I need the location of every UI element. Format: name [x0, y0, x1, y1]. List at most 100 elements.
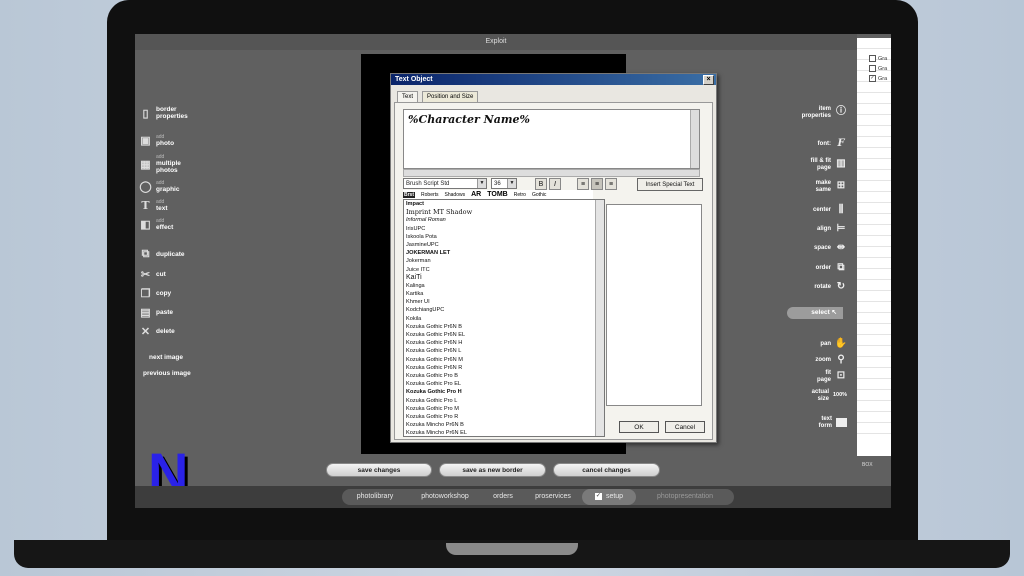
- pan-button[interactable]: pan ✋: [775, 338, 847, 350]
- duplicate-button[interactable]: ⧉ duplicate: [140, 248, 185, 260]
- duplicate-icon: ⧉: [141, 248, 150, 260]
- previous-image-link[interactable]: previous image: [143, 370, 191, 377]
- hand-icon: ✋: [834, 337, 848, 349]
- fill-fit-page-button[interactable]: fill & fit page ▥: [775, 158, 847, 171]
- font-button[interactable]: font: F: [775, 138, 847, 150]
- font-list-item[interactable]: Kozuka Gothic Pro B: [404, 372, 604, 380]
- font-list-item[interactable]: Informal Roman: [404, 216, 604, 224]
- select-tool-button[interactable]: select ↖: [787, 307, 843, 319]
- tab-setup[interactable]: ✓ setup: [582, 489, 636, 505]
- actual-size-value: 100%: [833, 392, 848, 399]
- font-dropdown-list[interactable]: Impact Imprint MT Shadow Informal Roman Iri…: [403, 199, 605, 437]
- make-same-button[interactable]: make same ⊞: [775, 180, 847, 193]
- font-list-scrollbar[interactable]: [595, 200, 604, 436]
- font-list-item[interactable]: Kozuka Mincho Pr6N B: [404, 421, 604, 429]
- align-right-icon[interactable]: ≡: [605, 178, 617, 190]
- add-photo-button[interactable]: ▣ add photo: [140, 134, 174, 147]
- size-select[interactable]: 36 ▼: [491, 178, 517, 189]
- save-as-new-border-button[interactable]: save as new border: [439, 463, 546, 477]
- layer-checkbox[interactable]: Gra: [869, 55, 887, 62]
- add-multiple-photos-button[interactable]: ▦ add multiple photos: [140, 154, 190, 174]
- cursor-icon: ↖: [831, 309, 837, 316]
- font-list-item[interactable]: Kozuka Gothic Pro R: [404, 413, 604, 421]
- tab-photolibrary[interactable]: photolibrary: [342, 489, 408, 505]
- window-title: Exploit: [135, 34, 857, 50]
- font-list-item[interactable]: Kozuka Gothic Pr6N M: [404, 356, 604, 364]
- font-list-item[interactable]: JasmineUPC: [404, 241, 604, 249]
- paste-button[interactable]: ▤ paste: [140, 307, 173, 319]
- item-properties-button[interactable]: item properties ⓘ: [775, 106, 847, 119]
- fill-fit-label: fill & fit page: [810, 158, 831, 171]
- paste-icon: ▤: [140, 307, 151, 319]
- add-graphic-button[interactable]: ◯ add graphic: [139, 180, 179, 193]
- font-list-item[interactable]: KodchiangUPC: [404, 306, 604, 314]
- align-label: align: [816, 225, 831, 232]
- font-list-item[interactable]: Kozuka Gothic Pr6N H: [404, 339, 604, 347]
- font-list-item[interactable]: Kartika: [404, 290, 604, 298]
- save-changes-button[interactable]: save changes: [326, 463, 432, 477]
- border-properties-button[interactable]: ▯ border properties: [140, 106, 196, 120]
- rotate-button[interactable]: rotate ↻: [775, 281, 847, 293]
- cancel-changes-button[interactable]: cancel changes: [553, 463, 660, 477]
- font-list-item[interactable]: JOKERMAN LET: [404, 249, 604, 257]
- font-select[interactable]: Brush Script Std ▼: [403, 178, 487, 189]
- font-list-item[interactable]: Kozuka Gothic Pr6N EL: [404, 331, 604, 339]
- space-button[interactable]: space ⇹: [775, 242, 847, 254]
- bold-button[interactable]: B: [535, 178, 547, 190]
- fit-page-button[interactable]: fit page ⊡: [775, 370, 847, 383]
- font-list-item[interactable]: Imprint MT Shadow: [404, 208, 604, 216]
- italic-button[interactable]: I: [549, 178, 561, 190]
- align-left-icon[interactable]: ≡: [577, 178, 589, 190]
- layer-checkbox[interactable]: ✓ Gra: [869, 75, 887, 82]
- font-list-item[interactable]: KaiTi: [404, 274, 604, 282]
- font-list-item[interactable]: Juice ITC: [404, 266, 604, 274]
- text-vscroll[interactable]: [690, 110, 699, 168]
- order-label: order: [815, 264, 831, 271]
- tab-orders[interactable]: orders: [482, 489, 524, 505]
- font-list-item[interactable]: Kozuka Gothic Pro EL: [404, 380, 604, 388]
- delete-button[interactable]: ✕ delete: [140, 326, 175, 338]
- align-center-icon[interactable]: ≡: [591, 178, 603, 190]
- ok-button[interactable]: OK: [619, 421, 659, 433]
- copy-button[interactable]: ❐ copy: [140, 288, 172, 300]
- text-form-button[interactable]: text form: [775, 416, 847, 429]
- insert-special-text-button[interactable]: Insert Special Text: [637, 178, 703, 191]
- font-list-item[interactable]: Kozuka Gothic Pr6N L: [404, 347, 604, 355]
- cancel-button[interactable]: Cancel: [665, 421, 705, 433]
- font-list-item[interactable]: Kozuka Gothic Pro L: [404, 397, 604, 405]
- font-list-item[interactable]: Jokerman: [404, 257, 604, 265]
- actual-size-button[interactable]: actual size 100%: [775, 389, 847, 402]
- tab-photopresentation[interactable]: photopresentation: [638, 489, 732, 505]
- order-button[interactable]: order ⧉: [775, 262, 847, 274]
- close-icon[interactable]: ×: [703, 75, 714, 85]
- fit-page-label: fit page: [816, 370, 831, 383]
- font-list-item[interactable]: Khmer UI: [404, 298, 604, 306]
- box-label: BOX: [862, 462, 873, 468]
- font-list-item[interactable]: Kozuka Gothic Pro M: [404, 405, 604, 413]
- make-same-label: make same: [815, 180, 831, 193]
- font-list-item[interactable]: Iskoola Pota: [404, 233, 604, 241]
- center-button[interactable]: center ⫼: [775, 204, 847, 216]
- align-button[interactable]: align ⊨: [775, 223, 847, 235]
- font-list-item[interactable]: Kozuka Gothic Pr6N B: [404, 323, 604, 331]
- text-hscroll[interactable]: [403, 169, 700, 177]
- dialog-title-bar: Text Object ×: [391, 74, 716, 85]
- cut-button[interactable]: ✂ cut: [140, 269, 166, 281]
- text-input[interactable]: %Character Name%: [403, 109, 700, 169]
- font-list-item[interactable]: Kozuka Gothic Pro H: [404, 388, 604, 396]
- tab-photoworkshop[interactable]: photoworkshop: [408, 489, 482, 505]
- font-list-item[interactable]: Impact: [404, 200, 604, 208]
- font-list-item[interactable]: IrisUPC: [404, 225, 604, 233]
- zoom-button[interactable]: zoom ⚲: [775, 354, 847, 366]
- font-list-item[interactable]: Kozuka Gothic Pr6N R: [404, 364, 604, 372]
- add-text-button[interactable]: T add text: [140, 199, 167, 212]
- actual-size-label: actual size: [811, 389, 829, 402]
- layer-checkbox[interactable]: Gra: [869, 65, 887, 72]
- font-list-item[interactable]: Kozuka Mincho Pr6N EL: [404, 429, 604, 436]
- tab-group: photolibrary photoworkshop orders proser…: [342, 489, 734, 505]
- next-image-link[interactable]: next image: [149, 354, 183, 361]
- tab-proservices[interactable]: proservices: [524, 489, 582, 505]
- font-list-item[interactable]: Kokila: [404, 315, 604, 323]
- font-list-item[interactable]: Kalinga: [404, 282, 604, 290]
- add-effect-button[interactable]: ◧ add effect: [140, 218, 173, 231]
